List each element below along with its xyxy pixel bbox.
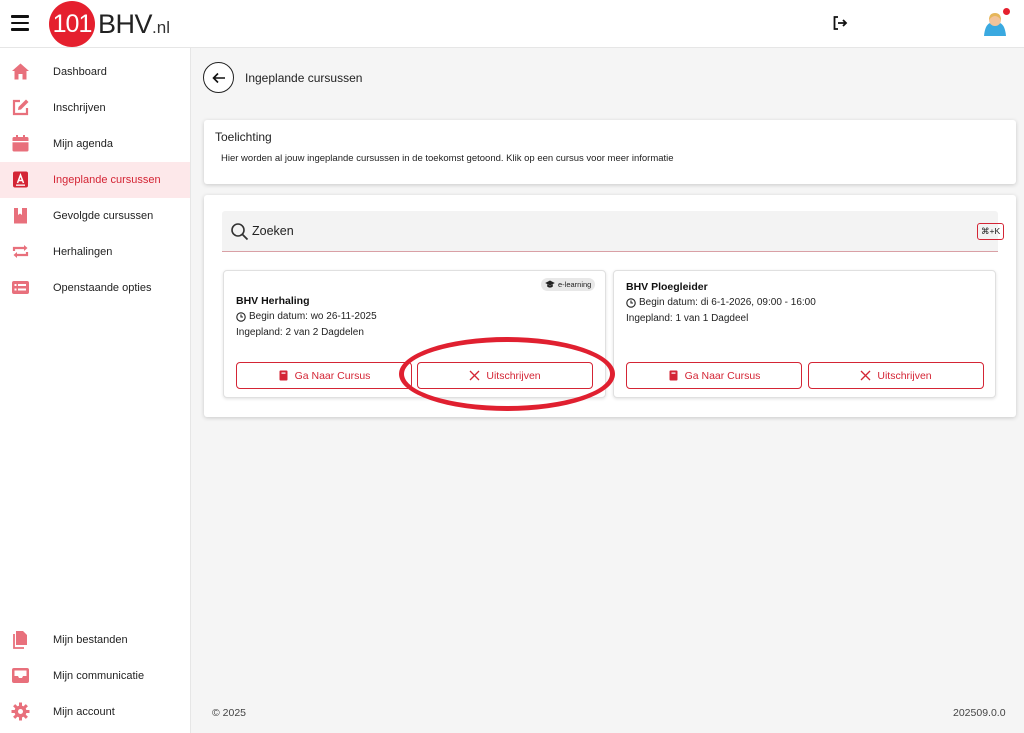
sidebar-item-label: Mijn communicatie [53,670,145,682]
close-icon [860,370,871,381]
sidebar-item-label: Gevolgde cursussen [53,210,154,222]
course-planned: Ingepland: 1 van 1 Dagdeel [626,313,749,324]
sidebar-item-label: Mijn bestanden [53,634,128,646]
sidebar-item-mijn-bestanden[interactable]: Mijn bestanden [0,622,190,658]
graduation-cap-icon [545,280,555,288]
sidebar-item-dashboard[interactable]: Dashboard [0,54,190,90]
sidebar-item-label: Dashboard [53,66,107,78]
course-card[interactable]: BHV Ploegleider Begin datum: di 6-1-2026… [613,270,996,398]
info-text: Hier worden al jouw ingeplande cursussen… [221,153,674,164]
clock-icon [236,311,246,322]
sidebar-item-label: Inschrijven [53,102,106,114]
list-icon [12,281,29,294]
clock-icon [626,297,636,308]
go-to-course-button[interactable]: Ga Naar Cursus [236,362,412,389]
e-learning-badge: e-learning [541,278,596,291]
book-icon [279,370,288,381]
course-card[interactable]: e-learning BHV Herhaling Begin datum: wo… [223,270,606,398]
logo[interactable]: 101 BHV .nl [49,1,170,47]
sidebar-item-ingeplande-cursussen[interactable]: Ingeplande cursussen [0,162,190,198]
button-label: Ga Naar Cursus [294,369,371,382]
course-title: BHV Ploegleider [626,281,708,293]
button-label: Ga Naar Cursus [684,369,761,382]
top-bar: 101 BHV .nl [0,0,1024,48]
sidebar-item-mijn-communicatie[interactable]: Mijn communicatie [0,658,190,694]
book-icon [669,370,678,381]
logo-suffix: .nl [152,18,170,37]
keyboard-shortcut-badge: ⌘+K [977,223,1005,240]
close-icon [469,370,480,381]
sidebar-item-herhalingen[interactable]: Herhalingen [0,234,190,270]
copyright: © 2025 [212,707,247,719]
sidebar-item-label: Ingeplande cursussen [53,174,161,186]
completed-course-icon [14,208,27,224]
files-icon [13,631,27,649]
course-begin-text: Begin datum: di 6-1-2026, 09:00 - 16:00 [639,297,816,308]
repeat-icon [12,245,29,258]
unsubscribe-button[interactable]: Uitschrijven [808,362,984,389]
course-begin-date: Begin datum: di 6-1-2026, 09:00 - 16:00 [626,297,816,308]
sidebar-item-label: Mijn account [53,706,115,718]
sidebar-item-openstaande-opties[interactable]: Openstaande opties [0,270,190,306]
button-label: Uitschrijven [877,369,932,382]
sidebar-item-gevolgde-cursussen[interactable]: Gevolgde cursussen [0,198,190,234]
badge-label: e-learning [558,280,592,289]
arrow-left-icon [211,72,225,83]
button-label: Uitschrijven [486,369,541,382]
course-planned: Ingepland: 2 van 2 Dagdelen [236,327,364,338]
logout-icon[interactable] [832,15,848,31]
course-begin-date: Begin datum: wo 26-11-2025 [236,311,377,322]
sidebar-item-inschrijven[interactable]: Inschrijven [0,90,190,126]
logo-text: BHV [98,8,153,39]
edit-icon [12,99,29,116]
calendar-icon [12,135,29,152]
page-title: Ingeplande cursussen [245,71,363,85]
search-bar[interactable]: ⌘+K [222,211,1005,252]
sidebar-item-label: Mijn agenda [53,138,113,150]
search-input[interactable] [252,221,932,241]
logo-number: 101 [49,1,95,47]
courses-panel: ⌘+K e-learning BHV Herhaling Begin datum… [204,195,1016,417]
sidebar: Dashboard Inschrijven Mijn agenda Ingepl… [0,48,191,733]
inbox-icon [12,668,29,683]
version: 202509.0.0 [953,707,1006,719]
info-title: Toelichting [215,130,272,144]
planned-course-icon [13,171,28,188]
gear-icon [11,702,30,721]
sidebar-item-mijn-account[interactable]: Mijn account [0,694,190,730]
info-card: Toelichting Hier worden al jouw ingeplan… [204,120,1016,184]
go-to-course-button[interactable]: Ga Naar Cursus [626,362,802,389]
course-begin-text: Begin datum: wo 26-11-2025 [249,311,377,322]
sidebar-item-label: Openstaande opties [53,282,152,294]
unsubscribe-button[interactable]: Uitschrijven [417,362,593,389]
hamburger-menu-icon[interactable] [11,15,29,31]
sidebar-item-agenda[interactable]: Mijn agenda [0,126,190,162]
home-icon [12,63,29,80]
sidebar-item-label: Herhalingen [53,246,113,258]
notification-dot [1003,8,1010,15]
search-icon [231,223,249,241]
course-title: BHV Herhaling [236,295,310,307]
back-button[interactable] [203,62,234,93]
